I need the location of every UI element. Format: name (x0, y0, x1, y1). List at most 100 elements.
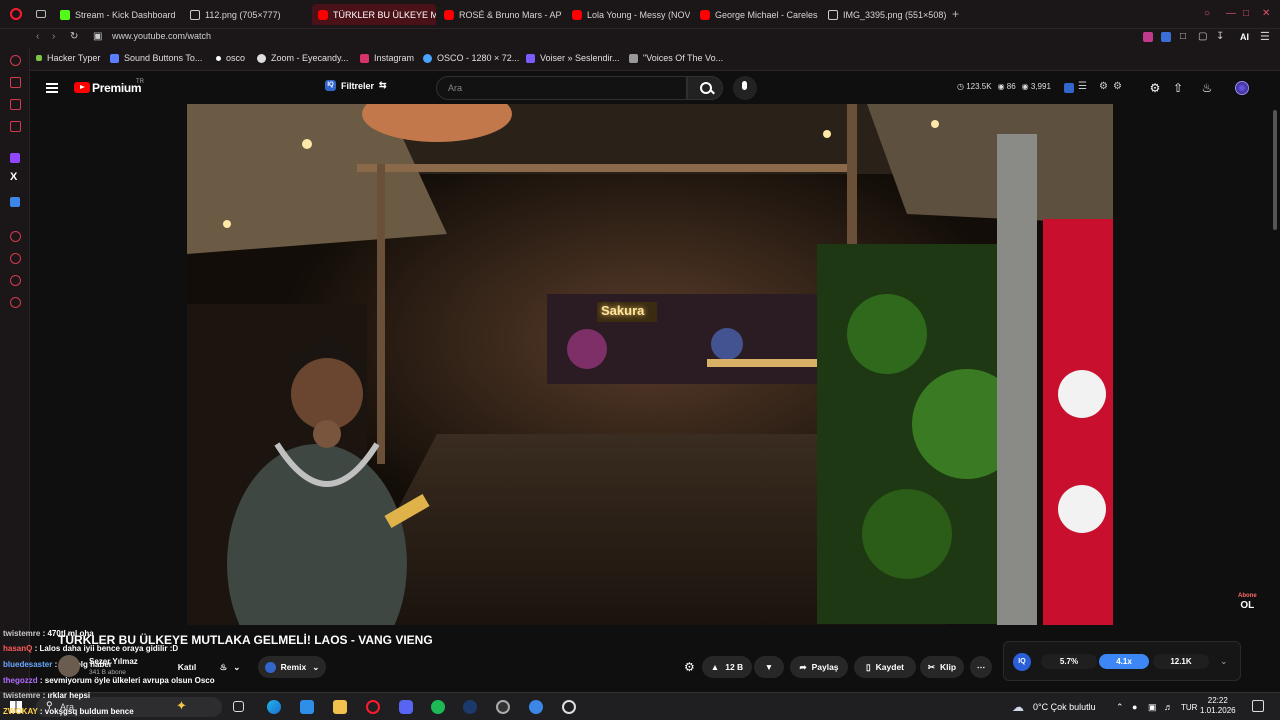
history-icon[interactable] (10, 253, 21, 264)
tool-icon[interactable]: ⚙ (1099, 81, 1108, 92)
volume-icon[interactable]: ♬ (1164, 702, 1173, 712)
upload-icon[interactable]: ⇧ (1171, 81, 1185, 95)
app-icon[interactable] (300, 700, 314, 714)
gear-extension-icon[interactable]: ⚙ (684, 660, 695, 674)
url-field[interactable]: www.youtube.com/watch (112, 31, 211, 41)
minimize-icon[interactable]: — (1226, 8, 1236, 19)
search-button[interactable] (687, 76, 723, 100)
tab-overview-icon[interactable] (36, 10, 46, 18)
file-explorer-icon[interactable] (333, 700, 347, 714)
search-tabs-icon[interactable]: ○ (1204, 8, 1210, 19)
channel-name[interactable]: Sezer Yılmaz (89, 657, 138, 666)
browser-tab[interactable]: Lola Young - Messy (NOV (566, 4, 690, 25)
task-view-icon[interactable] (233, 701, 244, 712)
obs-icon[interactable] (496, 700, 510, 714)
notifications-bell-icon[interactable]: ♨ (1200, 81, 1214, 95)
clock-time: 22:22 (1207, 696, 1228, 705)
browser-tab[interactable]: Stream - Kick Dashboard (54, 4, 182, 25)
browser-tab[interactable]: ROSÉ & Bruno Mars - APT (438, 4, 562, 25)
aria-icon[interactable] (10, 55, 21, 66)
settings-icon[interactable] (10, 297, 21, 308)
youtube-brand[interactable]: Premium (92, 81, 142, 95)
bookmark-item[interactable]: OSCO - 1280 × 72... (423, 53, 519, 63)
filters-button[interactable]: IQ Filtreler ⇆ (325, 80, 387, 91)
youtube-logo-icon[interactable] (74, 82, 90, 93)
mic-icon[interactable]: ● (1132, 702, 1137, 712)
app-icon[interactable] (529, 700, 543, 714)
like-button[interactable]: ▲ 12 B (702, 656, 752, 678)
remix-button[interactable]: Remix ⌄ (258, 656, 326, 678)
bookmark-label: "Voices Of The Vo... (643, 53, 724, 63)
weather-text[interactable]: 0°C Çok bulutlu (1033, 702, 1096, 712)
more-actions-button[interactable]: ⋯ (970, 656, 992, 678)
menu-icon[interactable] (46, 83, 58, 93)
close-icon[interactable]: ✕ (1262, 8, 1270, 19)
chevron-down-icon[interactable]: ⌄ (1220, 656, 1228, 667)
bookmark-item[interactable]: "Voices Of The Vo... (629, 53, 723, 63)
create-icon[interactable]: ⚙ (1148, 81, 1162, 95)
language-indicator[interactable]: TUR (1181, 703, 1197, 712)
list-icon[interactable]: ☰ (1078, 81, 1087, 92)
avatar[interactable] (1235, 81, 1249, 95)
puzzle-icon[interactable]: □ (1180, 31, 1186, 42)
bookmark-item[interactable]: Voiser » Seslendir... (526, 53, 620, 63)
extension-icon[interactable] (1161, 32, 1171, 42)
bookmark-item[interactable]: Zoom - Eyecandy... (257, 53, 348, 63)
like-count: 12 B (725, 662, 744, 672)
iq-extension-icon[interactable]: IQ (1013, 653, 1031, 671)
page-scrollbar[interactable] (1273, 110, 1277, 230)
subscribe-watermark[interactable]: Abone OL (1238, 592, 1257, 611)
whatsapp-icon[interactable] (10, 121, 21, 132)
browser-tab[interactable]: IMG_3395.png (551×508) (822, 4, 948, 25)
join-button[interactable]: Katıl (170, 656, 204, 678)
ai-button[interactable]: AI (1240, 32, 1249, 42)
browser-tab[interactable]: George Michael - Careless (694, 4, 818, 25)
browser-tab[interactable]: 112.png (705×777) (184, 4, 310, 25)
discord-icon[interactable] (399, 700, 413, 714)
opera-logo-icon[interactable] (10, 8, 22, 20)
tray-chevron-icon[interactable]: ⌃ (1116, 702, 1124, 713)
extension-icon[interactable] (1064, 83, 1074, 93)
menu-icon[interactable]: ☰ (1260, 30, 1270, 43)
video-player[interactable]: Sakura (187, 104, 1113, 625)
browser-tab-active[interactable]: TÜRKLER BU ÜLKEYE MU (312, 4, 436, 25)
player-icon[interactable] (10, 231, 21, 242)
reload-icon[interactable]: ↻ (70, 31, 78, 42)
steam-icon[interactable] (463, 700, 477, 714)
back-icon[interactable]: ‹ (36, 31, 39, 42)
dislike-button[interactable]: ▼ (754, 656, 784, 678)
spotify-icon[interactable] (431, 700, 445, 714)
opera-icon[interactable] (366, 700, 380, 714)
maximize-icon[interactable]: □ (1243, 8, 1249, 19)
stat-chip-highlight: 4.1x (1099, 654, 1149, 669)
extension-icon[interactable] (1143, 32, 1153, 42)
messenger-icon[interactable] (10, 99, 21, 110)
network-icon[interactable]: ▣ (1148, 702, 1157, 713)
new-tab-button[interactable]: + (952, 7, 959, 21)
voice-search-button[interactable] (733, 76, 757, 100)
edge-icon[interactable] (267, 700, 281, 714)
extensions-icon[interactable] (10, 275, 21, 286)
x-icon[interactable]: X (10, 171, 17, 183)
download-icon[interactable]: ↧ (1216, 31, 1224, 42)
bookmark-item[interactable]: Instagram (360, 53, 414, 63)
subscribed-button[interactable]: ♨ ⌄ (210, 656, 250, 678)
notifications-icon[interactable] (1252, 700, 1264, 712)
bluesky-icon[interactable] (10, 197, 20, 207)
search-input[interactable]: Ara (436, 76, 687, 100)
save-button[interactable]: ▯ Kaydet (854, 656, 916, 678)
clock[interactable]: 22:22 1.01.2026 (1200, 696, 1236, 716)
wallet-icon[interactable]: ▢ (1198, 31, 1207, 42)
bookmark-item[interactable]: Hacker Typer (36, 53, 100, 63)
bookmark-item[interactable]: Sound Buttons To... (110, 53, 202, 63)
filters-label: Filtreler (341, 80, 375, 91)
share-button[interactable]: ➦ Paylaş (790, 656, 848, 678)
tool-icon[interactable]: ⚙ (1113, 81, 1122, 92)
settings-icon[interactable] (562, 700, 576, 714)
twitch-icon[interactable] (10, 153, 20, 163)
forward-icon[interactable]: › (52, 31, 55, 42)
bookmark-item[interactable]: osco (216, 53, 245, 63)
clip-button[interactable]: ✂ Klip (920, 656, 964, 678)
channel-avatar[interactable] (58, 655, 80, 677)
workspaces-icon[interactable] (10, 77, 21, 88)
